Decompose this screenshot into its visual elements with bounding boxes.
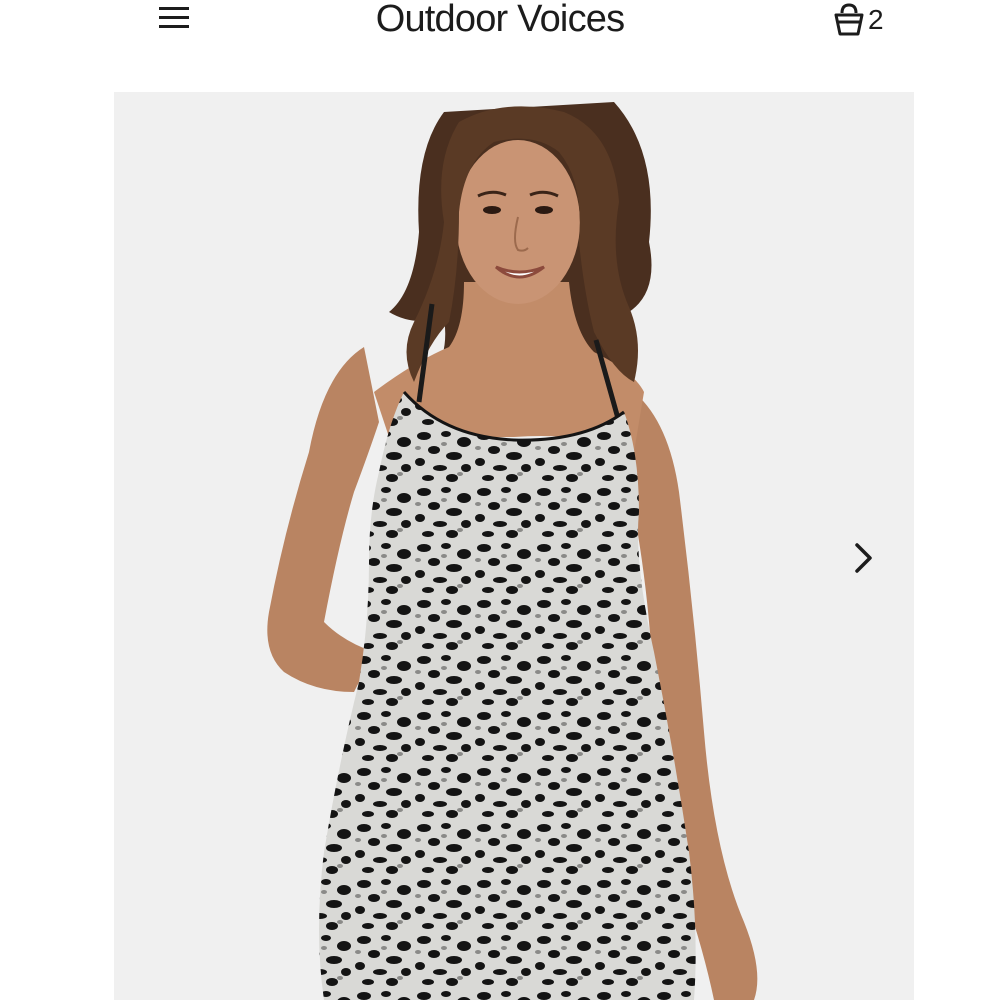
product-photo: [267, 102, 758, 1000]
chevron-right-icon: [855, 543, 872, 573]
product-page: Outdoor Voices 2: [0, 0, 1000, 1000]
product-image-gallery[interactable]: [114, 92, 914, 1000]
cart-button[interactable]: 2: [832, 0, 884, 40]
site-header: Outdoor Voices 2: [0, 0, 1000, 60]
cart-count-badge: 2: [868, 4, 884, 35]
shopping-bag-icon: [834, 3, 864, 36]
next-image-button[interactable]: [844, 536, 884, 580]
